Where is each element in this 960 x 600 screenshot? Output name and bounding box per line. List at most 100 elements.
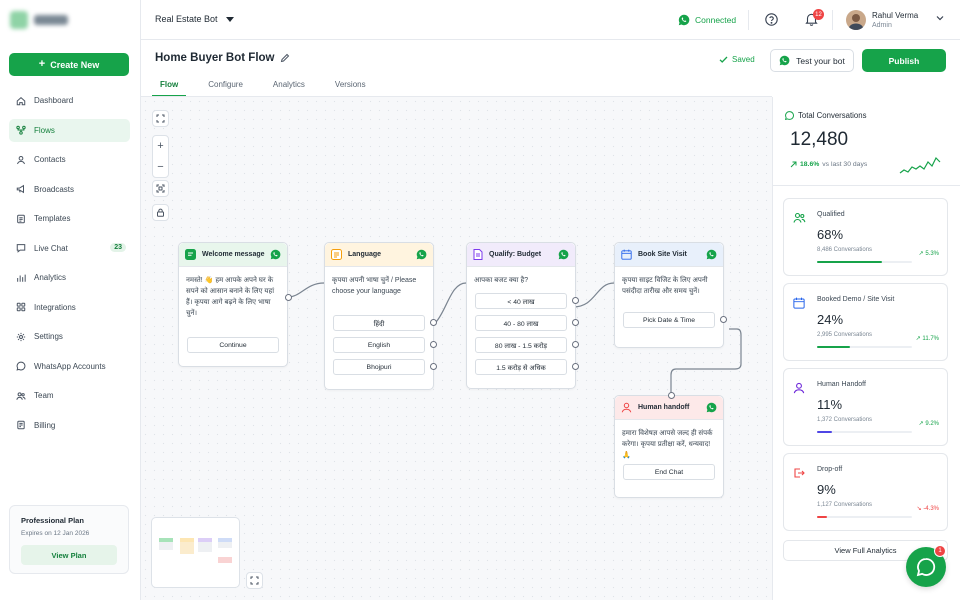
- node-human-handoff[interactable]: Human handoff हमारा विशेषज्ञ आपसे जल्द ह…: [614, 392, 724, 498]
- flows-icon: [16, 126, 26, 135]
- total-label-text: Total Conversations: [798, 111, 867, 120]
- output-port[interactable]: [572, 363, 579, 370]
- chevron-down-icon[interactable]: [936, 15, 944, 21]
- end-chat-option[interactable]: End Chat: [623, 464, 715, 480]
- metric-card-handoff[interactable]: Human Handoff 11% 1,372 Conversations ↗ …: [783, 368, 948, 446]
- output-port[interactable]: [572, 341, 579, 348]
- flow-canvas[interactable]: + − Welcome message नमस्ते! 👋 हम आपके अप…: [141, 97, 772, 600]
- tab-versions[interactable]: Versions: [327, 74, 374, 97]
- output-port[interactable]: [572, 319, 579, 326]
- continue-option[interactable]: Continue: [187, 337, 279, 353]
- top-bar: Real Estate Bot Connected 12 Rahul Verma…: [141, 0, 960, 40]
- avatar[interactable]: [846, 10, 866, 30]
- megaphone-icon: [16, 185, 24, 194]
- fit-view-button[interactable]: [152, 180, 169, 197]
- minimap-expand-button[interactable]: [246, 572, 263, 589]
- help-icon[interactable]: [765, 13, 778, 26]
- pencil-icon[interactable]: [280, 53, 290, 63]
- publish-button[interactable]: Publish: [862, 49, 946, 72]
- sidebar-item-live-chat[interactable]: Live Chat 23: [9, 237, 130, 261]
- option-budget-4[interactable]: 1.5 करोड़ से अधिक: [475, 359, 579, 375]
- contacts-icon: [17, 155, 25, 164]
- metric-card-booked[interactable]: Booked Demo / Site Visit 24% 2,995 Conve…: [783, 283, 948, 361]
- option-english[interactable]: English: [333, 337, 437, 353]
- option-bhojpuri[interactable]: Bhojpuri: [333, 359, 437, 375]
- node-header: Qualify: Budget: [467, 243, 575, 267]
- node-qualify-budget[interactable]: Qualify: Budget आपका बजट क्या है? < 40 ल…: [466, 242, 579, 389]
- node-book-site-visit[interactable]: Book Site Visit कृपया साइट विजिट के लिए …: [614, 242, 727, 348]
- view-plan-button[interactable]: View Plan: [21, 545, 117, 565]
- metric-progress-fill: [817, 516, 828, 518]
- node-text: कृपया अपनी भाषा चुनें / Please choose yo…: [332, 277, 417, 295]
- sidebar-item-dashboard[interactable]: Dashboard: [9, 89, 130, 113]
- node-welcome-message[interactable]: Welcome message नमस्ते! 👋 हम आपके अपने घ…: [178, 242, 292, 367]
- sidebar-item-integrations[interactable]: Integrations: [9, 296, 130, 320]
- calendar-icon: [621, 249, 632, 260]
- metric-card-dropoff[interactable]: Drop-off 9% 1,127 Conversations ↘ -4.3%: [783, 453, 948, 531]
- node-language[interactable]: Language कृपया अपनी भाषा चुनें / Please …: [324, 242, 437, 390]
- tab-flow[interactable]: Flow: [152, 74, 187, 97]
- sidebar-item-broadcasts[interactable]: Broadcasts: [9, 178, 130, 202]
- lock-button[interactable]: [152, 204, 169, 221]
- sidebar-item-whatsapp-accounts[interactable]: WhatsApp Accounts: [9, 355, 130, 379]
- plan-card: Professional Plan Expires on 12 Jan 2026…: [9, 505, 129, 574]
- create-new-button[interactable]: + Create New: [9, 53, 129, 76]
- output-port[interactable]: [430, 341, 437, 348]
- sidebar-item-label: Analytics: [34, 273, 67, 283]
- metric-card-qualified[interactable]: Qualified 68% 8,486 Conversations ↗ 5.3%: [783, 198, 948, 276]
- node-header: Language: [325, 243, 433, 267]
- option-hindi[interactable]: हिंदी: [333, 315, 437, 331]
- minimap[interactable]: [151, 517, 240, 588]
- sidebar-item-label: WhatsApp Accounts: [34, 361, 106, 371]
- fullscreen-button[interactable]: [152, 110, 169, 127]
- connector-budget-site: [572, 282, 615, 308]
- sidebar-item-templates[interactable]: Templates: [9, 207, 130, 231]
- output-port[interactable]: [572, 297, 579, 304]
- metric-value: 9%: [817, 482, 836, 497]
- sidebar-item-label: Flows: [34, 125, 55, 135]
- sidebar-item-label: Broadcasts: [34, 184, 75, 194]
- option-budget-2[interactable]: 40 - 80 लाख: [475, 315, 579, 331]
- output-port[interactable]: [720, 316, 727, 323]
- analytics-panel: Total Conversations 12,480 18.6% vs last…: [772, 97, 960, 600]
- option-budget-3[interactable]: 80 लाख - 1.5 करोड़: [475, 337, 579, 353]
- output-port[interactable]: [430, 363, 437, 370]
- metric-label: Human Handoff: [817, 381, 866, 388]
- chat-widget-badge: 1: [934, 545, 946, 557]
- test-bot-button[interactable]: Test your bot: [770, 49, 854, 72]
- integrations-icon: [16, 303, 26, 312]
- zoom-in-button[interactable]: +: [153, 136, 168, 157]
- connection-status: Connected: [678, 14, 736, 26]
- pick-date-time-option[interactable]: Pick Date & Time: [623, 312, 727, 328]
- trend-text: vs last 30 days: [822, 161, 868, 168]
- sidebar-item-flows[interactable]: Flows: [9, 118, 130, 142]
- arrow-up-right-icon: [790, 161, 797, 168]
- billing-icon: [17, 421, 25, 430]
- whatsapp-icon: [678, 14, 690, 26]
- sidebar-item-contacts[interactable]: Contacts: [9, 148, 130, 172]
- node-text: नमस्ते! 👋 हम आपके अपने घर के सपने को आसा…: [186, 277, 275, 317]
- bot-selector[interactable]: Real Estate Bot: [155, 14, 234, 24]
- divider: [773, 185, 960, 186]
- user-name: Rahul Verma: [872, 11, 919, 20]
- sidebar-item-settings[interactable]: Settings: [9, 325, 130, 349]
- metric-change: ↘ -4.3%: [916, 506, 939, 512]
- sidebar-item-team[interactable]: Team: [9, 384, 130, 408]
- sidebar-item-billing[interactable]: Billing: [9, 414, 130, 438]
- option-budget-1[interactable]: < 40 लाख: [475, 293, 579, 309]
- tab-configure[interactable]: Configure: [200, 74, 251, 97]
- total-conversations-label: Total Conversations: [785, 111, 866, 120]
- metric-progress-fill: [817, 261, 882, 263]
- output-port[interactable]: [285, 294, 292, 301]
- output-port[interactable]: [430, 319, 437, 326]
- document-icon: [473, 249, 483, 260]
- node-text: आपका बजट क्या है?: [474, 277, 529, 284]
- user-icon: [793, 382, 805, 394]
- input-port[interactable]: [668, 392, 675, 399]
- exit-icon: [794, 468, 805, 478]
- sidebar-item-analytics[interactable]: Analytics: [9, 266, 130, 290]
- zoom-out-button[interactable]: −: [153, 157, 168, 178]
- app-logo[interactable]: [10, 10, 70, 30]
- sidebar-item-label: Dashboard: [34, 96, 74, 106]
- tab-analytics[interactable]: Analytics: [265, 74, 313, 97]
